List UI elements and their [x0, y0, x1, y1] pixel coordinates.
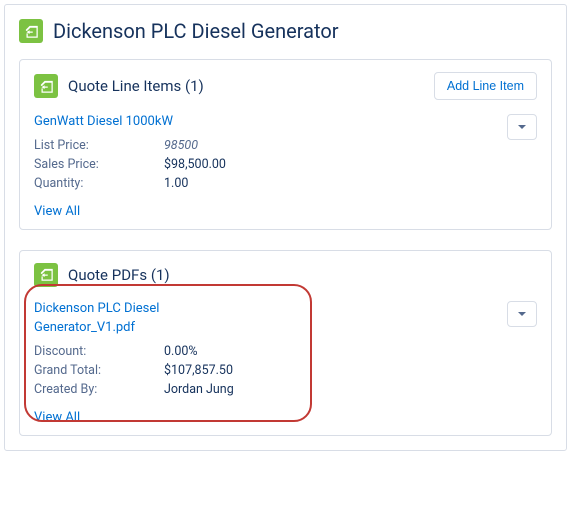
chevron-down-icon — [517, 122, 527, 132]
pdf-item-link[interactable]: Dickenson PLC Diesel Generator_V1.pdf — [34, 299, 174, 338]
discount-label: Discount: — [34, 342, 164, 361]
record-page: Dickenson PLC Diesel Generator Quote Lin… — [4, 4, 567, 451]
grand-total-row: Grand Total: $107,857.50 — [34, 361, 507, 380]
card-count: (1) — [185, 77, 204, 95]
quote-line-items-card: Quote Line Items (1) Add Line Item GenWa… — [19, 59, 552, 230]
card-title-text: Quote PDFs — [68, 266, 147, 284]
created-by-value: Jordan Jung — [164, 380, 234, 399]
grand-total-label: Grand Total: — [34, 361, 164, 380]
sales-price-value: $98,500.00 — [164, 155, 226, 174]
related-lists: Quote Line Items (1) Add Line Item GenWa… — [5, 59, 566, 450]
page-header: Dickenson PLC Diesel Generator — [5, 5, 566, 59]
line-item-link[interactable]: GenWatt Diesel 1000kW — [34, 112, 274, 132]
discount-value: 0.00% — [164, 342, 198, 361]
quantity-value: 1.00 — [164, 174, 188, 193]
card-title-text: Quote Line Items — [68, 77, 181, 95]
page-title: Dickenson PLC Diesel Generator — [53, 19, 339, 43]
card-body: Dickenson PLC Diesel Generator_V1.pdf Di… — [20, 295, 551, 435]
add-line-item-button[interactable]: Add Line Item — [434, 72, 537, 100]
created-by-row: Created By: Jordan Jung — [34, 380, 507, 399]
card-title: Quote PDFs (1) — [68, 266, 537, 284]
card-title: Quote Line Items (1) — [68, 77, 424, 95]
discount-row: Discount: 0.00% — [34, 342, 507, 361]
price-tag-icon — [34, 74, 58, 98]
card-count: (1) — [151, 266, 170, 284]
card-body: GenWatt Diesel 1000kW List Price: 98500 … — [20, 108, 551, 229]
list-price-label: List Price: — [34, 136, 164, 155]
row-actions-menu[interactable] — [507, 301, 537, 327]
row-actions-menu[interactable] — [507, 114, 537, 140]
quantity-row: Quantity: 1.00 — [34, 174, 507, 193]
card-header: Quote PDFs (1) — [20, 251, 551, 295]
view-all-line-items[interactable]: View All — [34, 194, 537, 219]
chevron-down-icon — [517, 309, 527, 319]
quote-pdfs-card: Quote PDFs (1) Dickenson PLC Diesel Gene… — [19, 250, 552, 436]
list-price-value: 98500 — [164, 136, 198, 155]
list-price-row: List Price: 98500 — [34, 136, 507, 155]
card-header: Quote Line Items (1) Add Line Item — [20, 60, 551, 108]
view-all-pdfs[interactable]: View All — [34, 400, 537, 425]
grand-total-value: $107,857.50 — [164, 361, 233, 380]
sales-price-row: Sales Price: $98,500.00 — [34, 155, 507, 174]
sales-price-label: Sales Price: — [34, 155, 164, 174]
quantity-label: Quantity: — [34, 174, 164, 193]
quote-icon — [19, 19, 43, 43]
price-tag-icon — [34, 263, 58, 287]
created-by-label: Created By: — [34, 380, 164, 399]
